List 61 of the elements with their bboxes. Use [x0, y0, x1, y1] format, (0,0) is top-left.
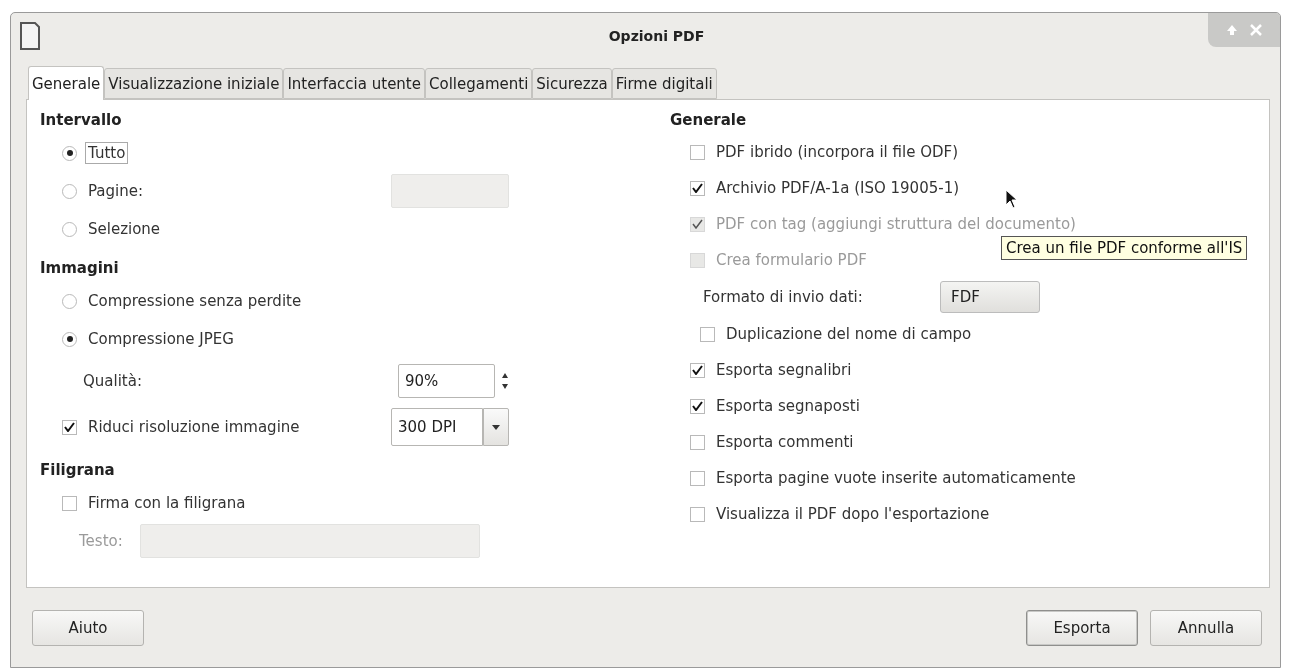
- radio-label: Pagine:: [87, 181, 145, 202]
- checkbox[interactable]: [690, 398, 705, 414]
- section-heading: Filigrana: [40, 460, 116, 481]
- tooltip: Crea un file PDF conforme all'IS: [1001, 236, 1248, 260]
- caret-icon: [492, 424, 500, 430]
- radio-button[interactable]: [62, 145, 77, 161]
- tab[interactable]: Firme digitali: [611, 68, 717, 99]
- checkbox-label: PDF con tag (aggiungi struttura del documento): [715, 214, 1077, 235]
- checkbox-label: Esporta commenti: [715, 432, 855, 453]
- checkbox[interactable]: [690, 362, 705, 378]
- checkbox[interactable]: [62, 495, 77, 511]
- checkbox[interactable]: [690, 144, 705, 160]
- checkbox-label: PDF ibrido (incorpora il file ODF): [715, 142, 959, 163]
- checkbox-label: Crea formulario PDF: [715, 250, 868, 271]
- radio-label: Compressione JPEG: [87, 329, 235, 350]
- tab[interactable]: Collegamenti: [425, 68, 533, 99]
- checkbox-label: Visualizza il PDF dopo l'esportazione: [715, 504, 991, 525]
- format-select[interactable]: FDF: [940, 281, 1040, 313]
- mouse-pointer-icon: [1005, 189, 1019, 209]
- resolution-combo[interactable]: 300 DPI: [391, 408, 483, 446]
- quality-label: Qualità:: [82, 371, 143, 392]
- checkbox-label: Esporta pagine vuote inserite automaticamente: [715, 468, 1077, 489]
- text-label: Testo:: [78, 531, 124, 552]
- checkbox-label: Firma con la filigrana: [87, 493, 247, 514]
- radio-label: Compressione senza perdite: [87, 291, 303, 312]
- window-title: Opzioni PDF: [608, 28, 705, 44]
- up-arrow-icon[interactable]: [1226, 24, 1238, 36]
- radio-button[interactable]: [62, 183, 77, 199]
- checkbox[interactable]: [690, 180, 705, 196]
- tab[interactable]: Visualizzazione iniziale: [104, 68, 284, 99]
- checkbox[interactable]: [690, 470, 705, 486]
- checkbox-label: Riduci risoluzione immagine: [87, 417, 301, 438]
- checkbox[interactable]: [690, 506, 705, 522]
- tab[interactable]: Generale: [28, 66, 105, 100]
- section-heading: Generale: [670, 110, 748, 131]
- radio-button[interactable]: [62, 293, 77, 309]
- checkbox[interactable]: [690, 434, 705, 450]
- section-heading: Intervallo: [40, 110, 123, 131]
- checkbox-label: Esporta segnaposti: [715, 396, 861, 417]
- spin-arrows-icon[interactable]: [501, 371, 509, 391]
- radio-button[interactable]: [62, 221, 77, 237]
- dialog-button[interactable]: Annulla: [1150, 609, 1262, 646]
- dialog-button[interactable]: Esporta: [1026, 609, 1138, 646]
- document-icon: [19, 21, 41, 51]
- format-label: Formato di invio dati:: [702, 287, 864, 308]
- checkbox[interactable]: [700, 326, 715, 342]
- tab[interactable]: Interfaccia utente: [283, 68, 425, 99]
- help-button[interactable]: Aiuto: [32, 609, 144, 646]
- quality-field[interactable]: 90%: [398, 364, 495, 398]
- close-icon[interactable]: [1250, 24, 1262, 36]
- dropdown-button[interactable]: [483, 408, 509, 446]
- checkbox-label: Archivio PDF/A-1a (ISO 19005-1): [715, 178, 961, 199]
- text-field[interactable]: [139, 524, 480, 558]
- section-heading: Immagini: [40, 258, 120, 279]
- radio-label: Selezione: [87, 219, 162, 240]
- radio-button[interactable]: [62, 331, 77, 347]
- checkbox-label: Esporta segnalibri: [715, 360, 853, 381]
- checkbox-label: Duplicazione del nome di campo: [725, 324, 973, 345]
- radio-label: Tutto: [85, 142, 129, 164]
- checkbox[interactable]: [62, 419, 77, 435]
- tab[interactable]: Sicurezza: [532, 68, 612, 99]
